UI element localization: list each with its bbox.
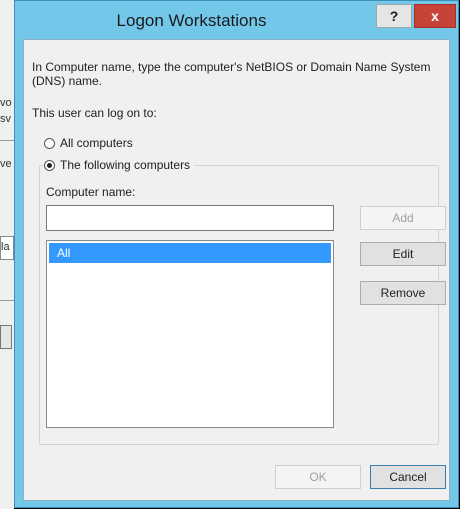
background-button	[0, 325, 12, 349]
radio-button-checked-icon[interactable]	[44, 159, 55, 171]
add-button[interactable]: Add	[360, 206, 446, 230]
all-computers-label: All computers	[60, 136, 133, 150]
cancel-button[interactable]: Cancel	[370, 465, 446, 489]
background-field: la	[0, 236, 14, 260]
ok-button[interactable]: OK	[275, 465, 361, 489]
computer-name-label: Computer name:	[46, 185, 136, 199]
background-divider	[0, 300, 14, 301]
all-computers-radio[interactable]: All computers	[44, 136, 137, 150]
list-item[interactable]: All	[49, 243, 331, 263]
background-window: vo sv ve la	[0, 0, 14, 509]
following-computers-label: The following computers	[60, 158, 191, 172]
background-divider	[0, 140, 14, 141]
background-text: sv	[0, 113, 11, 125]
intro-text: In Computer name, type the computer's Ne…	[32, 60, 431, 88]
help-button[interactable]: ?	[376, 4, 412, 28]
background-text: la	[1, 241, 10, 253]
logon-workstations-dialog: Logon Workstations ? x In Computer name,…	[14, 0, 459, 508]
background-text: ve	[0, 158, 12, 170]
edit-button[interactable]: Edit	[360, 242, 446, 266]
radio-button-icon[interactable]	[44, 137, 55, 149]
background-text: vo	[0, 97, 12, 109]
computers-list[interactable]: All	[46, 240, 334, 428]
following-computers-radio[interactable]: The following computers	[44, 158, 195, 172]
remove-button[interactable]: Remove	[360, 281, 446, 305]
title-bar[interactable]: Logon Workstations ? x	[15, 1, 458, 39]
computer-name-input[interactable]	[46, 205, 334, 231]
dialog-body: In Computer name, type the computer's Ne…	[23, 39, 450, 501]
dialog-title: Logon Workstations	[116, 11, 267, 30]
logon-to-label: This user can log on to:	[32, 106, 157, 120]
close-button[interactable]: x	[414, 4, 456, 28]
